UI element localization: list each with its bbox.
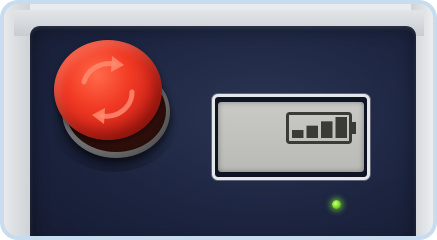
rotate-arrows-icon	[81, 56, 135, 124]
battery-bar	[292, 130, 304, 138]
status-led	[332, 200, 341, 209]
battery-level-icon	[286, 112, 356, 144]
device-photo-frame	[0, 0, 437, 240]
battery-bar	[335, 117, 347, 138]
battery-bar	[306, 125, 318, 138]
enclosure-left-edge	[4, 4, 30, 236]
battery-bar	[321, 121, 333, 138]
